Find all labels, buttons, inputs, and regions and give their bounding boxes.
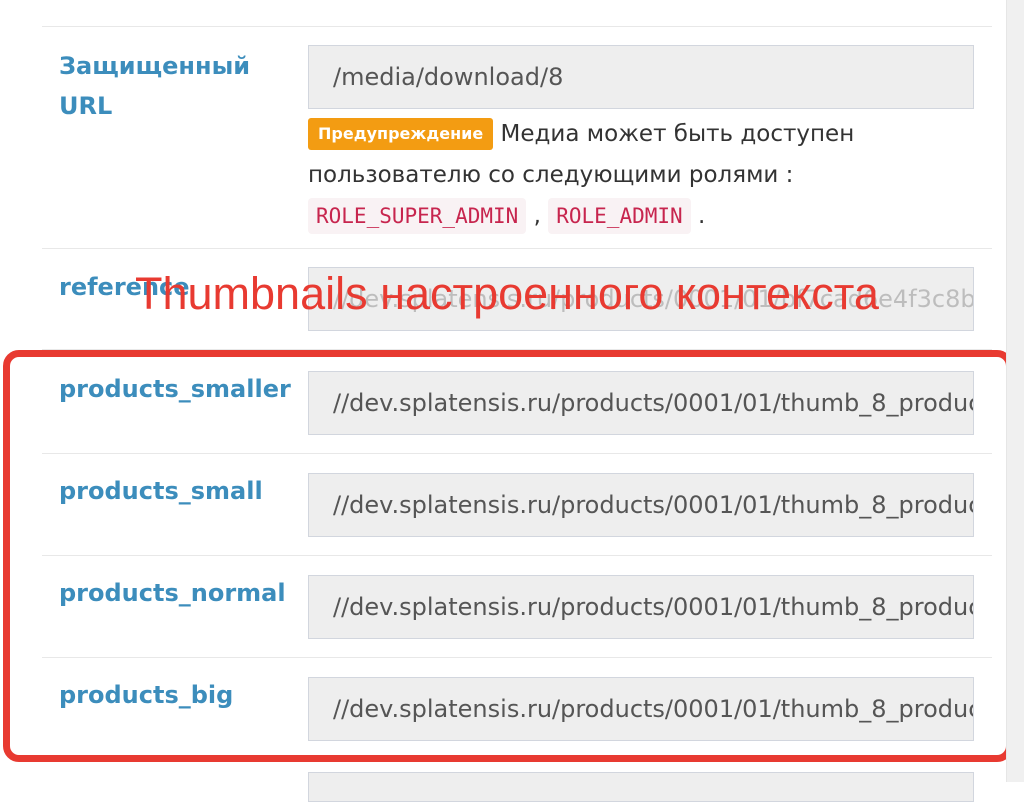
divider (42, 26, 992, 27)
next-field-partial[interactable] (308, 772, 974, 802)
role-code: ROLE_ADMIN (548, 198, 691, 234)
scrollbar[interactable] (1006, 0, 1024, 782)
annotation-highlight-box (3, 350, 1013, 762)
divider (42, 248, 992, 249)
role-warning: Предупреждение Медиа может быть доступен… (308, 114, 888, 237)
annotation-title: Thumbnails настроенного контекста (135, 268, 879, 319)
warning-badge: Предупреждение (308, 118, 494, 150)
role-code: ROLE_SUPER_ADMIN (308, 198, 527, 234)
secure-url-field[interactable]: /media/download/8 (308, 45, 974, 109)
secure-url-label: Защищенный URL (59, 52, 251, 120)
